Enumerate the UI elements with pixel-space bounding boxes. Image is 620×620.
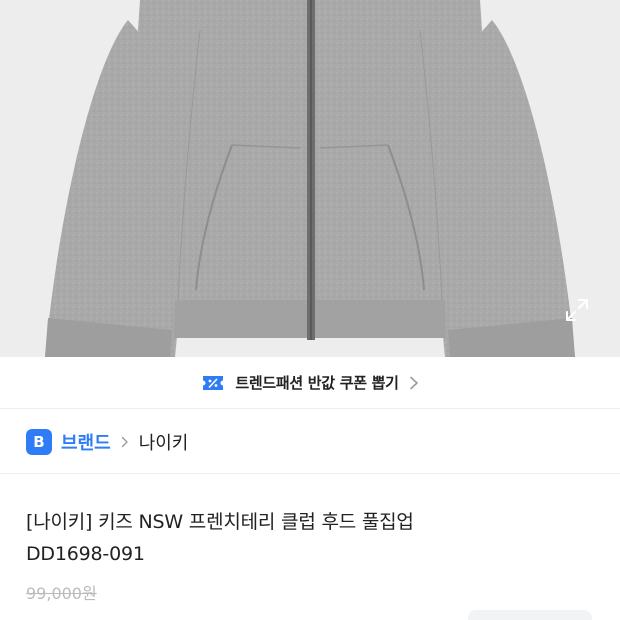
original-price: 99,000원 (26, 584, 97, 603)
product-image[interactable] (0, 0, 620, 357)
coupon-banner[interactable]: 트렌드패션 반값 쿠폰 뽑기 (0, 357, 620, 409)
coupon-banner-text: 트렌드패션 반값 쿠폰 뽑기 (235, 374, 399, 392)
expand-image-button[interactable] (560, 293, 594, 327)
product-title-line2: DD1698-091 (26, 543, 145, 565)
hoodie-photo (45, 0, 575, 357)
partial-pill-button[interactable] (468, 610, 592, 620)
product-title-line1: [나이키] 키즈 NSW 프렌치테리 클럽 후드 풀집업 (26, 511, 414, 533)
product-title: [나이키] 키즈 NSW 프렌치테리 클럽 후드 풀집업 DD1698-091 (26, 506, 596, 570)
coupon-ticket-icon (201, 374, 225, 392)
chevron-right-icon (121, 436, 129, 448)
expand-arrows-icon (566, 299, 588, 321)
brand-link[interactable]: 브랜드 (61, 429, 111, 455)
brand-badge-icon: B (26, 428, 52, 455)
brand-name-link[interactable]: 나이키 (139, 429, 189, 455)
chevron-right-icon (409, 376, 419, 390)
brand-breadcrumb: B 브랜드 나이키 (0, 410, 620, 474)
